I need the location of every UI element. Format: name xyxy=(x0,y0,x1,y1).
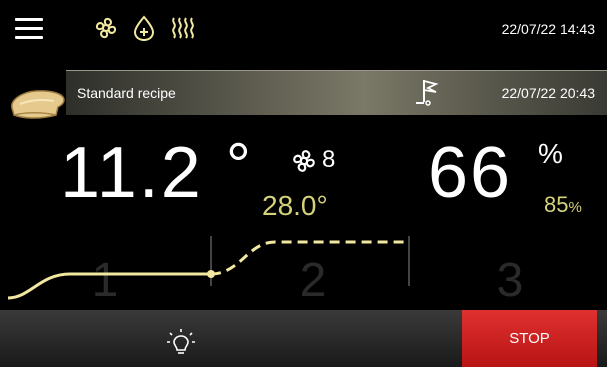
phase-label-1: 1 xyxy=(92,254,119,307)
recipe-end-datetime: 22/07/22 20:43 xyxy=(501,85,595,101)
menu-icon[interactable] xyxy=(15,18,43,40)
bread-loaf-icon xyxy=(11,90,65,119)
stop-button[interactable]: STOP xyxy=(462,310,597,367)
heating-icon xyxy=(172,17,194,39)
current-datetime: 22/07/22 14:43 xyxy=(501,21,595,37)
temperature-unit: ° xyxy=(226,131,251,200)
phase-label-2: 2 xyxy=(300,254,327,307)
temperature-value[interactable]: 11.2 xyxy=(60,137,203,209)
oven-control-screen: 22/07/22 14:43 Standard recipe 22/07/22 … xyxy=(0,0,607,367)
humidity-setpoint-value: 85 xyxy=(544,192,569,217)
light-bulb-icon[interactable] xyxy=(164,326,198,360)
humidity-unit: % xyxy=(538,138,563,169)
humidity-setpoint-unit: % xyxy=(568,199,582,216)
fan-speed-icon xyxy=(293,150,315,172)
finish-flag-icon xyxy=(416,79,439,106)
recipe-name: Standard recipe xyxy=(77,85,176,101)
current-position-marker xyxy=(207,270,215,278)
humidity-value[interactable]: 66 xyxy=(428,137,512,209)
phase-label-3: 3 xyxy=(497,254,524,307)
temperature-setpoint[interactable]: 28.0° xyxy=(262,190,328,222)
phase-progress-chart[interactable]: 1 2 3 xyxy=(0,234,607,310)
fan-icon xyxy=(95,17,117,39)
fan-speed-value[interactable]: 8 xyxy=(322,146,335,174)
humidity-drop-icon xyxy=(133,15,155,42)
humidity-setpoint[interactable]: 85% xyxy=(544,192,582,218)
